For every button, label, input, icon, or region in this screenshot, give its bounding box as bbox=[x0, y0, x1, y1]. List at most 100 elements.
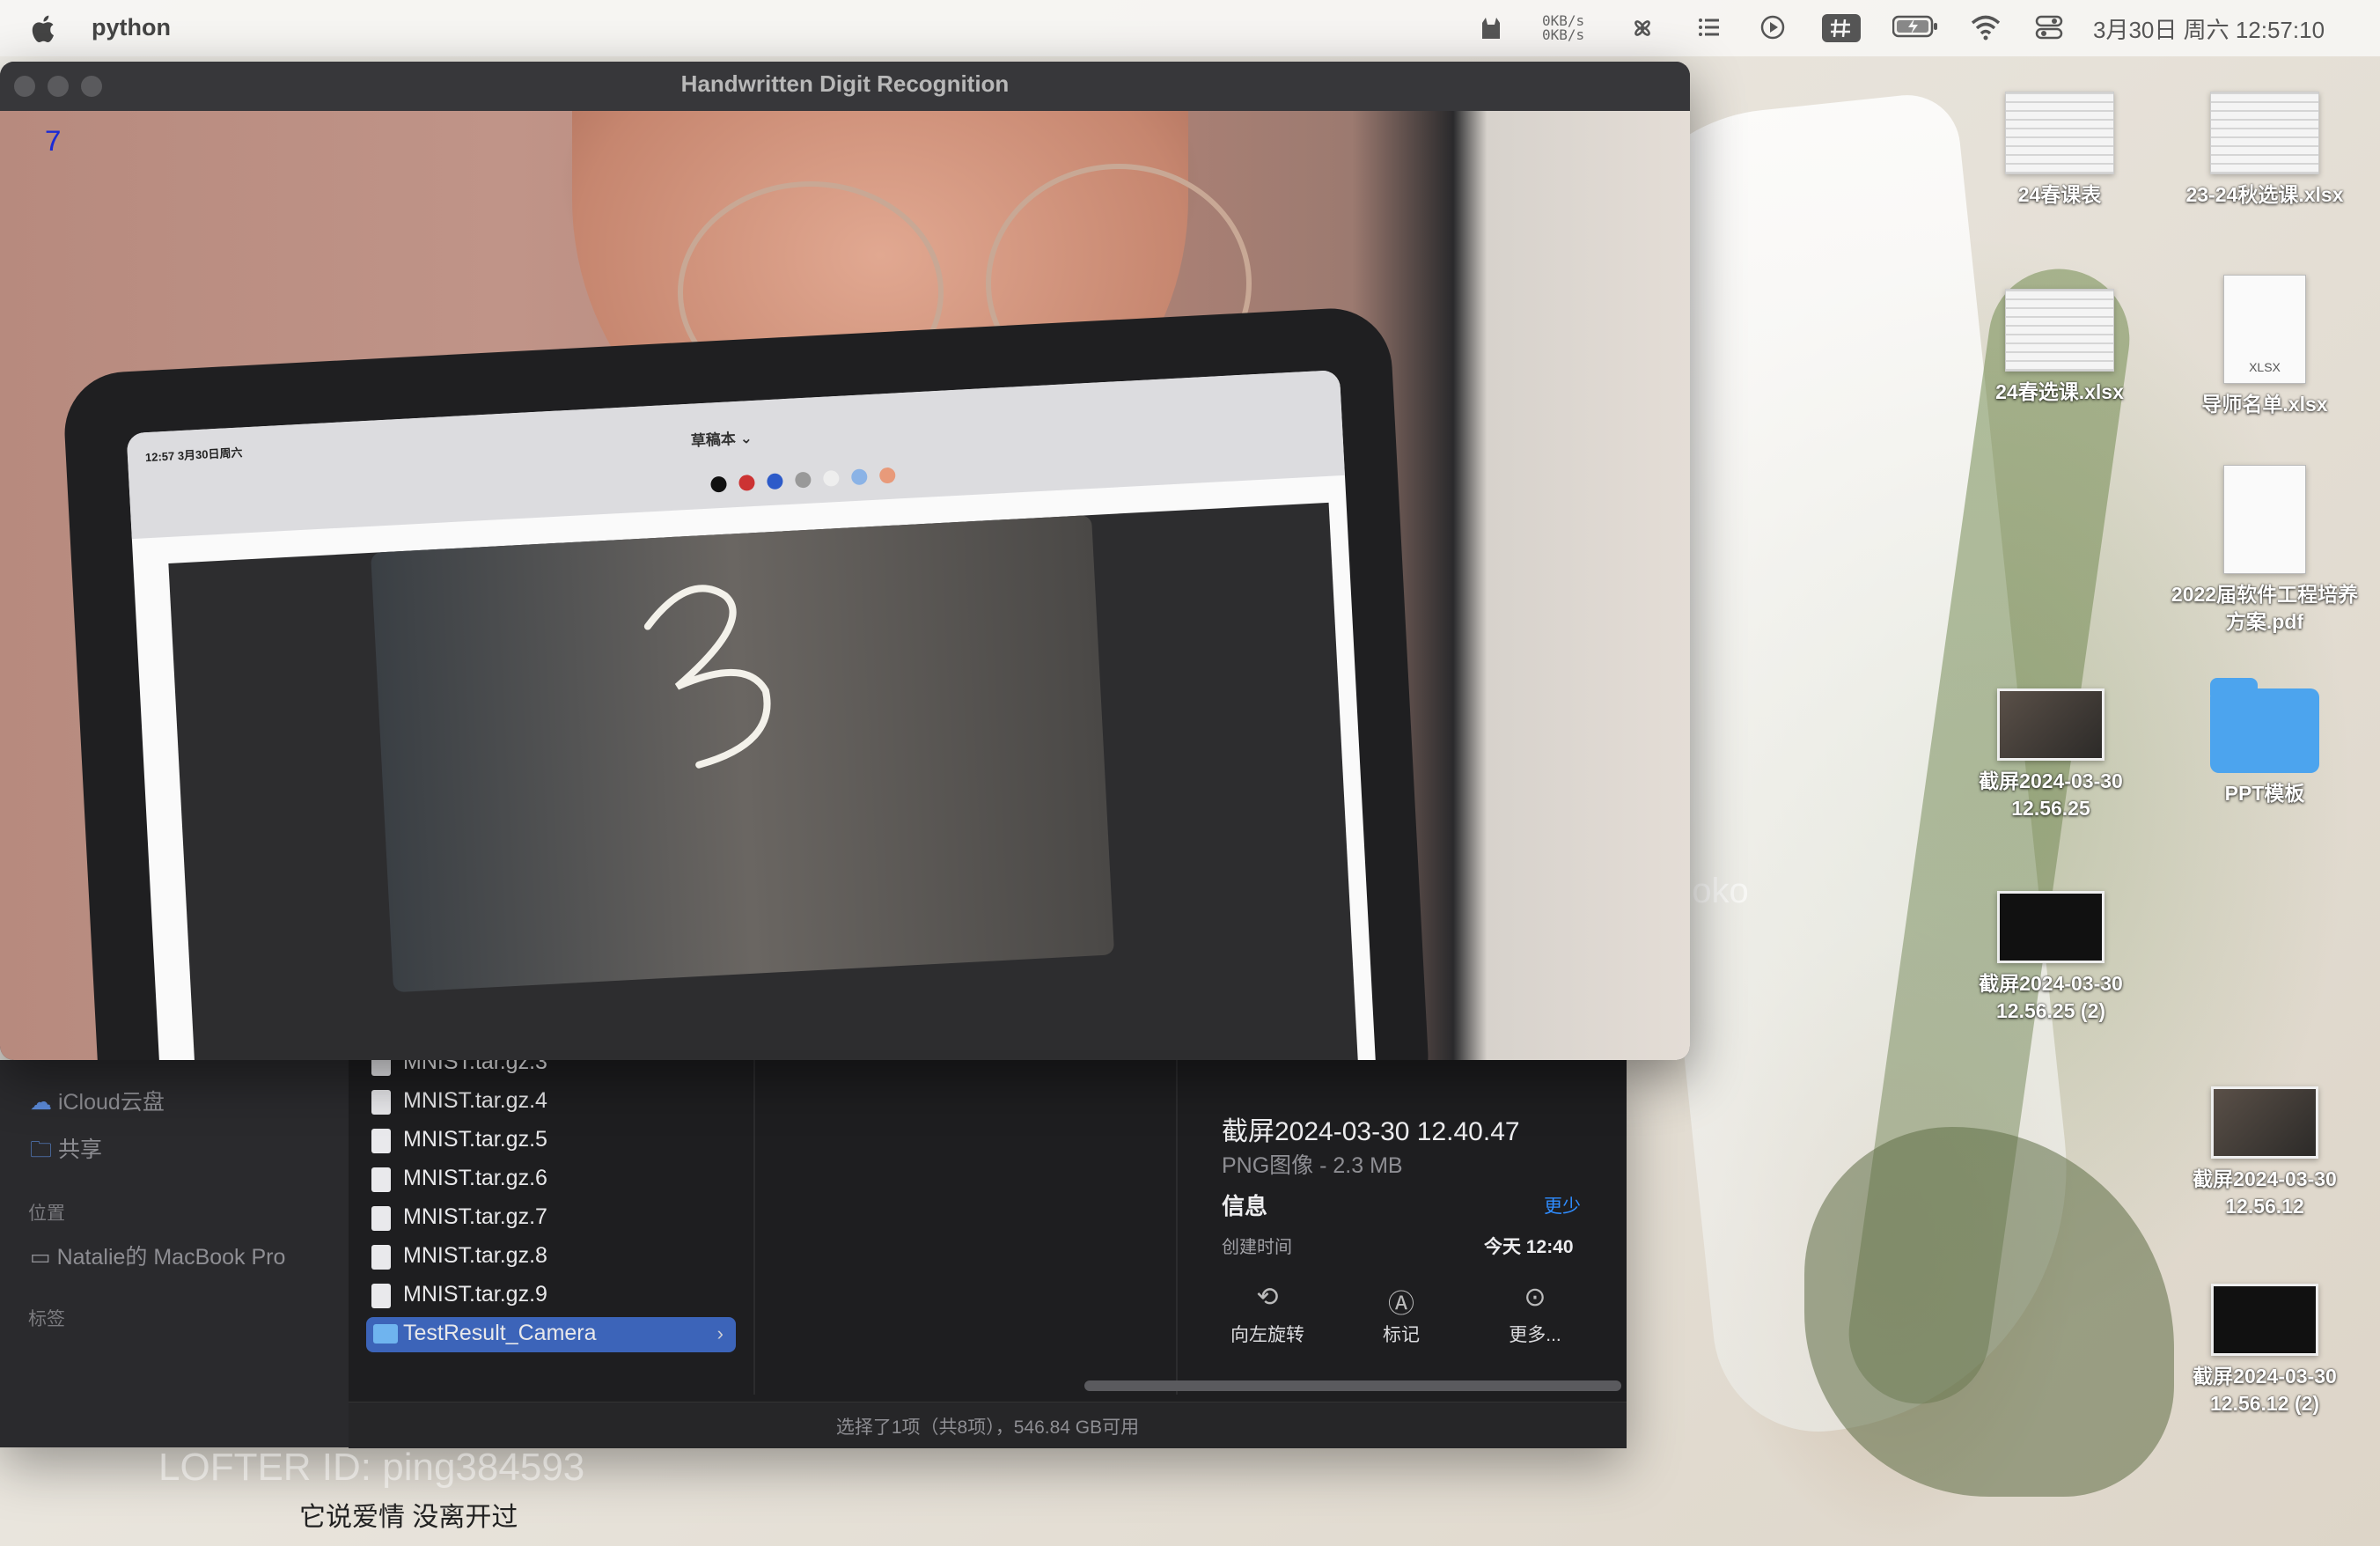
ipad-doc-title: 草稿本 ⌄ bbox=[690, 430, 753, 450]
window-titlebar[interactable]: Handwritten Digit Recognition bbox=[0, 62, 1690, 112]
fan-icon[interactable] bbox=[1627, 14, 1658, 42]
column-divider[interactable] bbox=[753, 1060, 755, 1395]
more-label: 更多... bbox=[1509, 1325, 1561, 1345]
rotate-left-icon: ⟲ bbox=[1256, 1283, 1279, 1312]
screenshot-thumbnail bbox=[2211, 1284, 2318, 1356]
handwritten-digit-stroke bbox=[643, 585, 771, 769]
folder-icon bbox=[2210, 678, 2319, 773]
desktop-item-label: 截屏2024-03-30 12.56.25 (2) bbox=[1979, 972, 2123, 1022]
window-title: Handwritten Digit Recognition bbox=[680, 70, 1010, 97]
finder-window: ☁ iCloud云盘 🗀 共享 位置 ▭ Natalie的 MacBook Pr… bbox=[0, 1049, 1627, 1448]
wifi-icon[interactable] bbox=[1968, 14, 2003, 42]
folder-icon bbox=[373, 1324, 398, 1344]
desktop-item[interactable]: 截屏2024-03-30 12.56.12 bbox=[2163, 1086, 2366, 1220]
created-label: 创建时间 bbox=[1222, 1238, 1292, 1257]
desktop-item[interactable]: 截屏2024-03-30 12.56.12 (2) bbox=[2163, 1284, 2366, 1417]
desktop-item[interactable]: 2022届软件工程培养方案.pdf bbox=[2163, 465, 2366, 636]
desktop-item-label: 24春选课.xlsx bbox=[1995, 380, 2124, 403]
desktop-item[interactable]: 24春课表 bbox=[1958, 92, 2161, 209]
desktop-item-label: 截屏2024-03-30 12.56.12 (2) bbox=[2193, 1365, 2337, 1415]
desktop-item[interactable]: 截屏2024-03-30 12.56.25 (2) bbox=[1950, 891, 2152, 1025]
file-type-tag: XLSX bbox=[2249, 360, 2281, 374]
grid-hash-icon[interactable] bbox=[1822, 14, 1861, 42]
sidebar-item-label: iCloud云盘 bbox=[57, 1090, 165, 1115]
sidebar-item-label: Natalie的 MacBook Pro bbox=[56, 1245, 286, 1270]
desktop-item[interactable]: 24春选课.xlsx bbox=[1958, 289, 2161, 406]
menubar-clock[interactable]: 3月30日 周六 12:57:10 bbox=[2093, 12, 2325, 45]
horizontal-scrollbar[interactable] bbox=[1084, 1380, 1621, 1391]
document-icon bbox=[371, 1129, 391, 1153]
file-row[interactable]: MNIST.tar.gz.6 bbox=[366, 1162, 736, 1197]
preview-file-type: PNG图像 - 2.3 MB bbox=[1222, 1153, 1403, 1178]
created-value: 今天 12:40 bbox=[1484, 1237, 1574, 1257]
preview-file-name: 截屏2024-03-30 12.40.47 bbox=[1222, 1117, 1520, 1146]
desktop-item[interactable]: 23-24秋选课.xlsx bbox=[2163, 92, 2366, 209]
menu-bar bbox=[0, 0, 2380, 56]
shared-folder-icon: 🗀 bbox=[30, 1137, 53, 1162]
app-name[interactable]: python bbox=[92, 14, 171, 41]
file-name: MNIST.tar.gz.5 bbox=[403, 1127, 547, 1152]
wallpaper-watermark: LOFTER ID: ping384593 bbox=[158, 1446, 585, 1489]
cat-icon[interactable] bbox=[1475, 14, 1507, 42]
rotate-left-button[interactable]: ⟲ 向左旋转 bbox=[1215, 1282, 1320, 1347]
sidebar-item-macbook[interactable]: ▭ Natalie的 MacBook Pro bbox=[30, 1240, 285, 1271]
file-row[interactable]: MNIST.tar.gz.5 bbox=[366, 1123, 736, 1159]
file-name: MNIST.tar.gz.9 bbox=[403, 1282, 547, 1307]
desktop-item[interactable]: PPT模板 bbox=[2163, 678, 2366, 807]
file-name: MNIST.tar.gz.7 bbox=[403, 1204, 547, 1229]
desktop-lyrics: 它说爱情 没离开过 bbox=[299, 1503, 518, 1532]
camera-ipad: 12:57 3月30日周六 草稿本 ⌄ bbox=[62, 305, 1432, 1060]
xlsx-thumbnail bbox=[2005, 289, 2114, 372]
more-icon: ⊙ bbox=[1524, 1283, 1546, 1312]
predicted-digit-label: 7 bbox=[44, 127, 62, 160]
file-row-selected[interactable]: TestResult_Camera › bbox=[366, 1317, 736, 1352]
document-icon bbox=[371, 1284, 391, 1308]
desktop-item[interactable]: 截屏2024-03-30 12.56.25 bbox=[1950, 688, 2152, 822]
desktop-item-label: 导师名单.xlsx bbox=[2201, 393, 2328, 416]
file-row[interactable]: MNIST.tar.gz.8 bbox=[366, 1240, 736, 1275]
file-row[interactable]: MNIST.tar.gz.7 bbox=[366, 1201, 736, 1236]
finder-column-files: MNIST.tar.gz.3 MNIST.tar.gz.4 MNIST.tar.… bbox=[349, 1049, 753, 1395]
python-window: Handwritten Digit Recognition 12:57 3月30… bbox=[0, 62, 1690, 1060]
sidebar-heading-locations: 位置 bbox=[28, 1204, 65, 1224]
ipad-screen: 12:57 3月30日周六 草稿本 ⌄ bbox=[126, 370, 1377, 1060]
desktop-item[interactable]: XLSX 导师名单.xlsx bbox=[2163, 275, 2366, 418]
spreadsheet-thumbnail bbox=[2005, 92, 2114, 174]
finder-preview-pane: 截屏2024-03-30 12.40.47 PNG图像 - 2.3 MB 信息 … bbox=[1202, 1060, 1607, 1395]
file-name: MNIST.tar.gz.6 bbox=[403, 1166, 547, 1190]
file-row[interactable]: MNIST.tar.gz.4 bbox=[366, 1085, 736, 1120]
download-speed: 0KB/s bbox=[1542, 26, 1585, 43]
apple-icon[interactable] bbox=[32, 12, 58, 44]
cloud-icon: ☁ bbox=[30, 1090, 52, 1115]
network-speed[interactable]: 0KB/s 0KB/s bbox=[1542, 14, 1584, 42]
laptop-icon: ▭ bbox=[30, 1245, 51, 1270]
list-icon[interactable] bbox=[1693, 14, 1725, 42]
sidebar-item-label: 共享 bbox=[57, 1137, 102, 1162]
more-button[interactable]: ⊙ 更多... bbox=[1482, 1282, 1588, 1347]
chevron-right-icon: › bbox=[716, 1322, 724, 1344]
sidebar-item-icloud[interactable]: ☁ iCloud云盘 bbox=[30, 1085, 165, 1116]
pdf-document-icon bbox=[2223, 465, 2306, 574]
desktop-item-label: 截屏2024-03-30 12.56.25 bbox=[1979, 769, 2123, 820]
file-row[interactable]: MNIST.tar.gz.9 bbox=[366, 1278, 736, 1314]
screenshot-thumbnail bbox=[2211, 1086, 2318, 1159]
file-name: MNIST.tar.gz.4 bbox=[403, 1088, 547, 1113]
document-icon bbox=[371, 1090, 391, 1115]
desktop-item-label: PPT模板 bbox=[2224, 782, 2305, 805]
camera-feed: 12:57 3月30日周六 草稿本 ⌄ 7 bbox=[0, 111, 1690, 1060]
battery-charging-icon[interactable] bbox=[1892, 14, 1938, 42]
column-divider[interactable] bbox=[1176, 1060, 1178, 1395]
xlsx-document-icon: XLSX bbox=[2223, 275, 2306, 384]
rotate-left-label: 向左旋转 bbox=[1230, 1325, 1304, 1345]
screenshot-thumbnail bbox=[1997, 688, 2105, 761]
play-icon[interactable] bbox=[1757, 14, 1789, 42]
folder-name: TestResult_Camera bbox=[403, 1321, 597, 1345]
show-less-link[interactable]: 更少 bbox=[1544, 1192, 1581, 1218]
finder-status-bar: 选择了1项（共8项），546.84 GB可用 bbox=[349, 1402, 1627, 1448]
document-icon bbox=[371, 1167, 391, 1192]
sidebar-item-shared[interactable]: 🗀 共享 bbox=[30, 1132, 102, 1171]
markup-button[interactable]: Ⓐ 标记 bbox=[1348, 1282, 1454, 1347]
control-center-icon[interactable] bbox=[2033, 14, 2065, 42]
xlsx-thumbnail bbox=[2210, 92, 2319, 174]
status-text: 选择了1项（共8项），546.84 GB可用 bbox=[835, 1417, 1140, 1438]
